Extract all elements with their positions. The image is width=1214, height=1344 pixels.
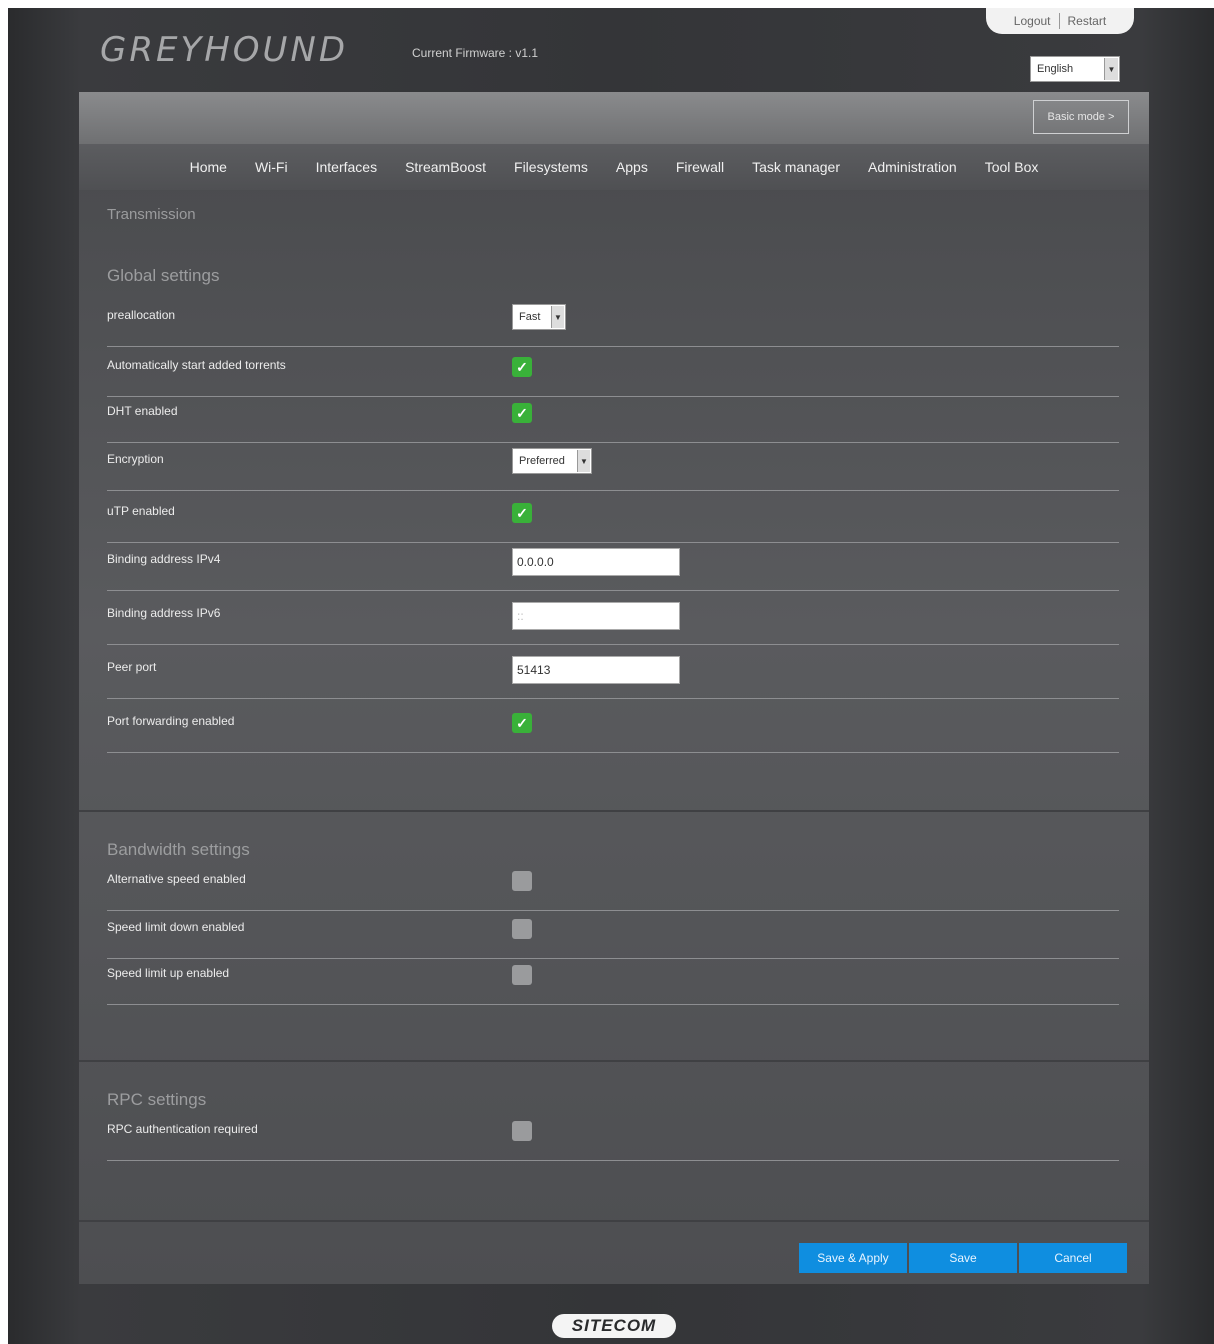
setting-row-autostart: Automatically start added torrents ✓ [107, 350, 1119, 397]
sitecom-logo: SITECOM [552, 1314, 676, 1338]
preallocation-value: Fast [519, 311, 541, 323]
firmware-version: Current Firmware : v1.1 [412, 46, 539, 60]
setting-row-speed-down: Speed limit down enabled [107, 912, 1119, 959]
alt-speed-checkbox[interactable] [512, 871, 532, 891]
greyhound-logo: GREYHOUND [100, 30, 349, 70]
main-panel: Basic mode > Home Wi-Fi Interfaces Strea… [79, 92, 1149, 1284]
setting-row-preallocation: preallocation Fast ▼ [107, 300, 1119, 347]
nav-firewall[interactable]: Firewall [662, 159, 738, 175]
section-divider [79, 1220, 1149, 1222]
setting-row-speed-up: Speed limit up enabled [107, 958, 1119, 1005]
page-background: Logout Restart GREYHOUND Current Firmwar… [8, 8, 1214, 1344]
setting-row-dht: DHT enabled ✓ [107, 396, 1119, 443]
bandwidth-settings-title: Bandwidth settings [107, 840, 250, 859]
setting-label: Speed limit down enabled [107, 920, 245, 934]
basic-mode-button[interactable]: Basic mode > [1033, 100, 1129, 134]
setting-row-encryption: Encryption Preferred ▼ [107, 444, 1119, 491]
mode-bar: Basic mode > [79, 92, 1149, 144]
top-links: Logout Restart [986, 8, 1134, 34]
link-divider [1058, 13, 1060, 29]
main-nav: Home Wi-Fi Interfaces StreamBoost Filesy… [79, 144, 1149, 190]
logout-link[interactable]: Logout [1014, 14, 1051, 28]
checkmark-icon: ✓ [516, 504, 528, 521]
setting-label: Port forwarding enabled [107, 714, 235, 728]
setting-row-alt-speed: Alternative speed enabled [107, 864, 1119, 911]
nav-administration[interactable]: Administration [854, 159, 971, 175]
setting-label: RPC authentication required [107, 1122, 258, 1136]
setting-row-peer-port: Peer port [107, 652, 1119, 699]
footer-buttons: Save & Apply Save Cancel [799, 1243, 1127, 1273]
encryption-value: Preferred [519, 455, 565, 467]
preallocation-select[interactable]: Fast ▼ [512, 304, 566, 330]
setting-row-rpc-auth: RPC authentication required [107, 1114, 1119, 1161]
speed-limit-up-checkbox[interactable] [512, 965, 532, 985]
language-select[interactable]: English ▼ [1030, 56, 1120, 82]
nav-apps[interactable]: Apps [602, 159, 662, 175]
page-title: Transmission [107, 206, 196, 223]
setting-row-utp: uTP enabled ✓ [107, 496, 1119, 543]
autostart-checkbox[interactable]: ✓ [512, 357, 532, 377]
nav-task-manager[interactable]: Task manager [738, 159, 854, 175]
setting-label: Automatically start added torrents [107, 358, 286, 372]
section-divider [79, 810, 1149, 812]
cancel-button[interactable]: Cancel [1019, 1243, 1127, 1273]
utp-checkbox[interactable]: ✓ [512, 503, 532, 523]
setting-label: preallocation [107, 308, 176, 322]
setting-label: Peer port [107, 660, 157, 674]
setting-label: Encryption [107, 452, 164, 466]
checkmark-icon: ✓ [516, 358, 528, 375]
port-forwarding-checkbox[interactable]: ✓ [512, 713, 532, 733]
global-settings-title: Global settings [107, 266, 220, 285]
restart-link[interactable]: Restart [1068, 14, 1107, 28]
checkmark-icon: ✓ [516, 404, 528, 421]
dropdown-arrow-icon: ▼ [1104, 58, 1118, 80]
dropdown-arrow-icon: ▼ [551, 306, 564, 328]
nav-home[interactable]: Home [176, 159, 241, 175]
setting-label: DHT enabled [107, 404, 178, 418]
language-value: English [1037, 63, 1074, 75]
setting-row-port-forwarding: Port forwarding enabled ✓ [107, 706, 1119, 753]
ipv6-address-input[interactable] [512, 602, 680, 630]
rpc-settings-title: RPC settings [107, 1090, 207, 1109]
nav-streamboost[interactable]: StreamBoost [391, 159, 500, 175]
setting-row-ipv4: Binding address IPv4 [107, 544, 1119, 591]
peer-port-input[interactable] [512, 656, 680, 684]
rpc-auth-checkbox[interactable] [512, 1121, 532, 1141]
save-button[interactable]: Save [909, 1243, 1017, 1273]
nav-filesystems[interactable]: Filesystems [500, 159, 602, 175]
speed-limit-down-checkbox[interactable] [512, 919, 532, 939]
dropdown-arrow-icon: ▼ [577, 450, 590, 472]
dht-checkbox[interactable]: ✓ [512, 403, 532, 423]
save-apply-button[interactable]: Save & Apply [799, 1243, 907, 1273]
checkmark-icon: ✓ [516, 714, 528, 731]
setting-label: Binding address IPv4 [107, 552, 221, 566]
nav-interfaces[interactable]: Interfaces [302, 159, 391, 175]
setting-label: Speed limit up enabled [107, 966, 230, 980]
ipv4-address-input[interactable] [512, 548, 680, 576]
setting-label: Binding address IPv6 [107, 606, 221, 620]
encryption-select[interactable]: Preferred ▼ [512, 448, 592, 474]
section-divider [79, 1060, 1149, 1062]
setting-row-ipv6: Binding address IPv6 [107, 598, 1119, 645]
nav-toolbox[interactable]: Tool Box [971, 159, 1053, 175]
setting-label: uTP enabled [107, 504, 175, 518]
setting-label: Alternative speed enabled [107, 872, 246, 886]
nav-wifi[interactable]: Wi-Fi [241, 159, 302, 175]
